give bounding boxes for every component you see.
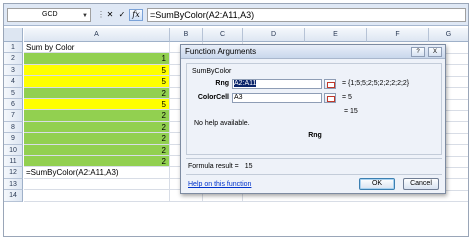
arguments-group: SumByColor Rng A2:A11 = {1;5;5;2;5;2;2;2… (186, 63, 442, 155)
arg-result-colorcell: = 5 (342, 94, 352, 101)
cell-a9[interactable]: 2 (24, 133, 170, 145)
column-header-g[interactable]: G (429, 28, 468, 42)
column-header-d[interactable]: D (243, 28, 305, 42)
cell-a7[interactable]: 2 (24, 110, 170, 122)
function-name: SumByColor (192, 68, 232, 75)
arg-label-colorcell: ColorCell (197, 94, 229, 101)
insert-function-icon[interactable]: fx (129, 9, 143, 21)
column-header-c[interactable]: C (203, 28, 243, 42)
row-header[interactable]: 6 (4, 99, 23, 110)
cell-a11[interactable]: 2 (24, 156, 170, 167)
row-header[interactable]: 10 (4, 145, 23, 156)
cell-a14[interactable] (24, 190, 170, 202)
help-on-function-link[interactable]: Help on this function (188, 181, 251, 188)
row-header[interactable]: 4 (4, 76, 23, 88)
column-header-b[interactable]: B (170, 28, 203, 42)
help-icon[interactable]: ? (411, 47, 425, 57)
cell-a12[interactable]: =SumByColor(A2:A11,A3) (24, 167, 170, 179)
row-header[interactable]: 13 (4, 179, 23, 190)
function-result: = 15 (344, 108, 358, 115)
ok-button[interactable]: OK (359, 178, 395, 190)
more-icon: ⋮ (97, 10, 105, 19)
collapse-dialog-icon[interactable] (324, 79, 336, 89)
row-header[interactable]: 9 (4, 133, 23, 145)
formula-result-value: 15 (244, 163, 253, 170)
row-header[interactable]: 7 (4, 110, 23, 122)
cell-a4[interactable]: 5 (24, 76, 170, 88)
cell-a6[interactable]: 5 (24, 99, 170, 110)
cancel-icon[interactable]: ✕ (105, 9, 115, 21)
collapse-dialog-icon[interactable] (324, 93, 336, 103)
dialog-title: Function Arguments (185, 47, 257, 56)
divider (186, 158, 442, 159)
cell-a10[interactable]: 2 (24, 145, 170, 156)
row-header[interactable]: 5 (4, 88, 23, 99)
column-header-f[interactable]: F (367, 28, 429, 42)
arg-input-rng[interactable]: A2:A11 (232, 79, 322, 89)
row-header[interactable]: 3 (4, 65, 23, 76)
chevron-down-icon[interactable]: ▼ (82, 10, 88, 22)
formula-result-label: Formula result = (188, 163, 239, 170)
cancel-button[interactable]: Cancel (403, 178, 439, 190)
cell-a3[interactable]: 5 (24, 65, 170, 76)
row-header[interactable]: 12 (4, 167, 23, 179)
arg-value-colorcell: A3 (234, 94, 243, 101)
formula-bar: GCD ▼ ⋮ ✕ ✓ fx =SumByColor(A2:A11,A3) (4, 4, 468, 26)
arg-input-colorcell[interactable]: A3 (232, 93, 322, 103)
column-header-a[interactable]: A (24, 28, 170, 42)
row-header[interactable]: 11 (4, 156, 23, 167)
row-header[interactable]: 8 (4, 122, 23, 133)
enter-icon[interactable]: ✓ (117, 9, 127, 21)
gridline (243, 201, 468, 202)
arg-label-rng: Rng (215, 80, 229, 87)
name-box-value: GCD (42, 11, 58, 18)
cell-a1[interactable]: Sum by Color (24, 42, 170, 53)
help-text: No help available. (194, 120, 250, 127)
arg-value-rng: A2:A11 (234, 80, 257, 87)
divider (186, 174, 442, 175)
cell-a5[interactable]: 2 (24, 88, 170, 99)
row-header[interactable]: 14 (4, 190, 23, 202)
function-arguments-dialog: Function Arguments ? X SumByColor Rng A2… (180, 44, 446, 194)
cell-a8[interactable]: 2 (24, 122, 170, 133)
arg-result-rng: = {1;5;5;2;5;2;2;2;2;2} (342, 80, 410, 87)
row-header[interactable]: 2 (4, 53, 23, 65)
select-all-corner[interactable] (4, 28, 23, 42)
cell-a13[interactable] (24, 179, 170, 190)
row-header[interactable]: 1 (4, 42, 23, 53)
column-header-e[interactable]: E (305, 28, 367, 42)
close-icon[interactable]: X (428, 47, 442, 57)
excel-window: GCD ▼ ⋮ ✕ ✓ fx =SumByColor(A2:A11,A3) A … (3, 3, 469, 237)
cell-a2[interactable]: 1 (24, 53, 170, 65)
current-argument-name: Rng (308, 132, 322, 139)
dialog-title-bar[interactable]: Function Arguments ? X (181, 45, 445, 59)
name-box[interactable]: GCD ▼ (7, 8, 91, 22)
formula-input[interactable]: =SumByColor(A2:A11,A3) (147, 8, 466, 22)
formula-buttons: ⋮ ✕ ✓ fx (97, 8, 143, 22)
formula-result: Formula result = 15 (188, 163, 253, 170)
